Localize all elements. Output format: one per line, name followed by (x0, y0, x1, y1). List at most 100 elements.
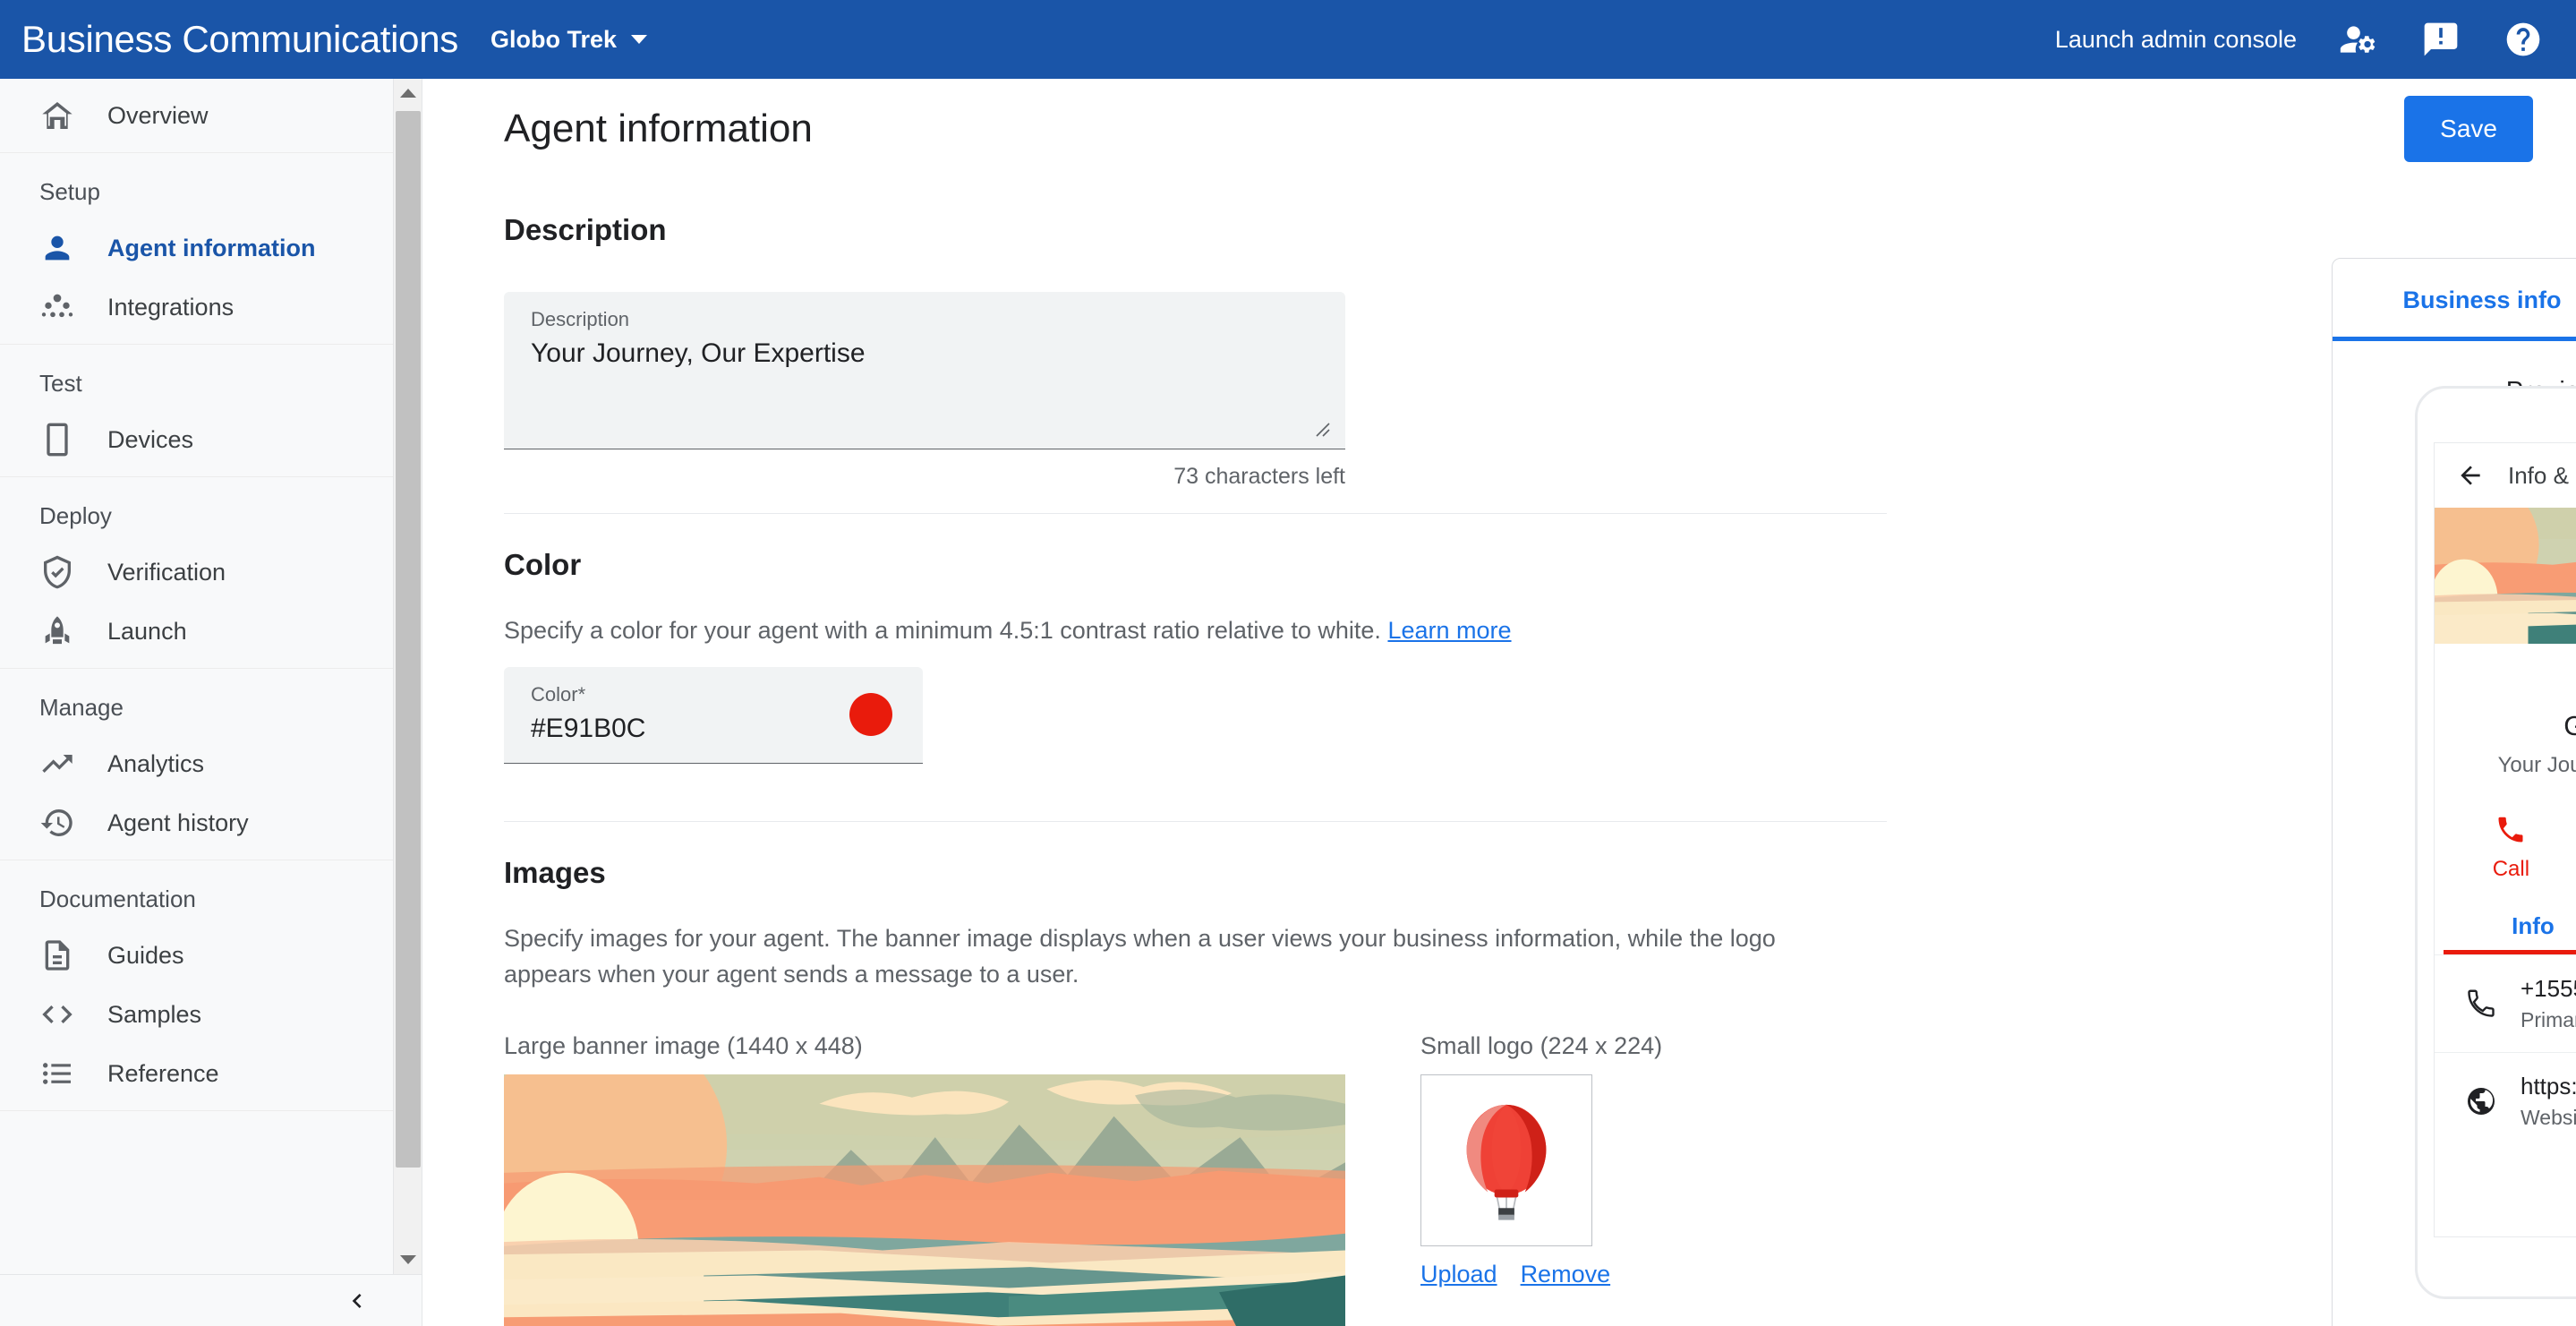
code-icon (39, 997, 75, 1032)
phone-call-icon (2498, 817, 2523, 843)
page-header: Agent information Save (423, 79, 2576, 179)
preview-info-label: Website (2521, 1106, 2576, 1129)
sidebar-item-label: Integrations (107, 293, 235, 321)
page-title: Agent information (504, 107, 813, 150)
list-icon (39, 1056, 75, 1091)
logo-upload-link[interactable]: Upload (1420, 1261, 1497, 1288)
logo-remove-link[interactable]: Remove (1521, 1261, 1611, 1288)
feedback-icon[interactable] (2420, 19, 2461, 60)
color-section: Color Specify a color for your agent wit… (504, 514, 1887, 764)
sidebar-group-documentation: Documentation Guides Samples Reference (0, 860, 394, 1111)
sidebar-group-title-setup: Setup (39, 178, 100, 205)
preview-info-label: Primary phone (2521, 1008, 2576, 1031)
preview-info-value: https://google.com (2521, 1073, 2576, 1099)
content-body: Description Description Your Journey, Ou… (423, 179, 2576, 1326)
preview-action-call[interactable]: Call (2493, 814, 2529, 882)
sidebar-group-title-manage: Manage (39, 694, 124, 721)
tab-business-info[interactable]: Business info (2333, 259, 2576, 341)
sidebar-group-deploy: Deploy Verification Launch (0, 477, 394, 669)
sidebar-item-label: Devices (107, 425, 194, 453)
banner-image-preview (504, 1074, 1345, 1326)
chevron-left-icon (352, 1293, 362, 1308)
sidebar-item-label: Overview (107, 101, 209, 129)
account-name: Globo Trek (490, 25, 618, 53)
sidebar-item-reference[interactable]: Reference (0, 1044, 394, 1103)
hot-air-balloon-icon (1466, 1104, 1547, 1220)
sidebar-group-setup: Setup Agent information Integrations (0, 153, 394, 345)
preview-action-label: Call (2492, 857, 2530, 881)
preview-info-row-website[interactable]: https://google.com Website (2435, 1052, 2576, 1150)
sidebar-group-test: Test Devices (0, 345, 394, 477)
sidebar-item-devices[interactable]: Devices (0, 410, 394, 469)
logo-image-preview (1420, 1074, 1592, 1246)
screen-app-bar: Info & options (2435, 443, 2576, 508)
rocket-icon (39, 613, 75, 649)
sidebar-item-label: Guides (107, 941, 184, 969)
color-input[interactable]: Color* #E91B0C (504, 666, 923, 764)
sidebar-nav: Overview Setup Agent information Integra… (0, 79, 422, 1326)
sidebar-item-overview[interactable]: Overview (0, 86, 394, 145)
sidebar-item-label: Samples (107, 1000, 202, 1028)
resize-handle-icon[interactable] (1311, 418, 1333, 440)
sidebar-item-samples[interactable]: Samples (0, 985, 394, 1044)
main-content: Agent information Save Description Descr… (423, 79, 2576, 1326)
sidebar-group-title-documentation: Documentation (39, 885, 196, 912)
color-help-sentence: Specify a color for your agent with a mi… (504, 617, 1381, 644)
help-icon[interactable] (2503, 19, 2544, 60)
account-switcher[interactable]: Globo Trek (490, 25, 648, 54)
sidebar-item-launch[interactable]: Launch (0, 602, 394, 661)
integrations-icon (39, 289, 75, 325)
sidebar-group-manage: Manage Analytics Agent history (0, 669, 394, 860)
description-field-value: Your Journey, Our Expertise (531, 338, 866, 368)
preview-agent-tagline: Your Journey, Our Expertise (2497, 753, 2576, 777)
sidebar-group-title-test: Test (39, 370, 82, 397)
history-icon (39, 805, 75, 841)
form-column: Description Description Your Journey, Ou… (504, 179, 1887, 1326)
manage-accounts-icon[interactable] (2338, 19, 2379, 60)
description-field-label: Description (531, 308, 630, 330)
images-row: Large banner image (1440 x 448) Small lo… (504, 993, 1887, 1326)
sidebar-item-agent-history[interactable]: Agent history (0, 793, 394, 852)
sidebar-item-verification[interactable]: Verification (0, 543, 394, 602)
preview-actions: Call Website Email (2435, 778, 2576, 882)
screen-title: Info & options (2508, 461, 2576, 489)
preview-subtab-info[interactable]: Info (2435, 912, 2576, 954)
launch-admin-console-link[interactable]: Launch admin console (2055, 26, 2297, 54)
scroll-up-arrow-icon[interactable] (394, 79, 422, 107)
preview-info-row-phone[interactable]: +15555555555 Primary phone (2435, 954, 2576, 1052)
color-help-text: Specify a color for your agent with a mi… (504, 612, 1811, 649)
logo-image-label: Small logo (224 x 224) (1420, 1031, 1663, 1059)
preview-subtabs: Info Options (2435, 912, 2576, 954)
scrollbar-thumb[interactable] (396, 111, 421, 1168)
preview-banner-image (2435, 508, 2576, 644)
logo-image-links: Upload Remove (1420, 1246, 1662, 1288)
color-learn-more-link[interactable]: Learn more (1387, 617, 1511, 644)
top-app-bar: Business Communications Globo Trek Launc… (0, 0, 2576, 79)
chevron-down-icon (631, 35, 648, 44)
sidebar-item-label: Agent history (107, 808, 249, 836)
sidebar-item-label: Reference (107, 1059, 219, 1087)
document-icon (39, 937, 75, 973)
sidebar-collapse-button[interactable] (0, 1274, 422, 1326)
sidebar-item-integrations[interactable]: Integrations (0, 278, 394, 337)
banner-image-block: Large banner image (1440 x 448) (504, 1032, 1345, 1326)
phone-mockup: Info & options (2415, 386, 2576, 1299)
sidebar-item-agent-information[interactable]: Agent information (0, 218, 394, 278)
images-heading: Images (504, 855, 606, 889)
save-button[interactable]: Save (2404, 96, 2533, 162)
phone-icon (39, 422, 75, 458)
scroll-down-arrow-icon[interactable] (394, 1245, 422, 1274)
sidebar-scrollbar[interactable] (393, 79, 422, 1274)
trending-up-icon (39, 746, 75, 782)
sidebar-item-guides[interactable]: Guides (0, 926, 394, 985)
preview-agent-name: Globo Trek (2435, 644, 2576, 742)
color-heading: Color (504, 548, 582, 581)
description-input[interactable]: Description Your Journey, Our Expertise (504, 292, 1345, 449)
sidebar-item-label: Launch (107, 617, 187, 645)
images-section: Images Specify images for your agent. Th… (504, 822, 1887, 1326)
logo-image-block: Small logo (224 x 224) Upload Remove (1420, 1032, 1662, 1326)
sidebar-item-analytics[interactable]: Analytics (0, 734, 394, 793)
sidebar-item-label: Verification (107, 558, 226, 586)
arrow-back-icon[interactable] (2456, 461, 2485, 490)
color-swatch[interactable] (849, 693, 892, 736)
